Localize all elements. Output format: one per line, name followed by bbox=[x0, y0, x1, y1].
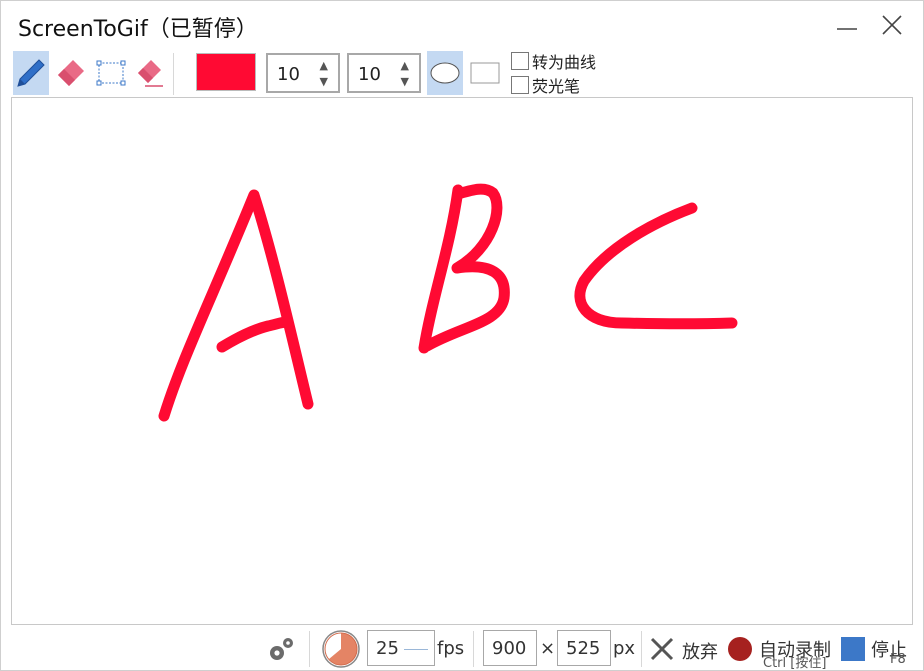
eraser-icon bbox=[58, 60, 84, 86]
checkbox-box[interactable] bbox=[511, 76, 529, 94]
rectangle-tip-button[interactable] bbox=[467, 51, 503, 95]
auto-record-shortcut: Ctrl [按住] bbox=[763, 656, 827, 671]
fps-value: 25 bbox=[376, 637, 399, 659]
gear-icon bbox=[270, 638, 293, 660]
pen-tool-button[interactable] bbox=[13, 51, 49, 95]
stroke-eraser-tool-button[interactable] bbox=[131, 51, 167, 95]
fps-slider-line bbox=[404, 649, 428, 650]
auto-record-button[interactable]: 自动录制 Ctrl [按住] bbox=[727, 633, 835, 671]
decrement-icon[interactable]: ▼ bbox=[401, 76, 409, 87]
minimize-icon bbox=[837, 28, 857, 30]
stop-shortcut: F8 bbox=[890, 652, 906, 667]
toolbar-separator bbox=[173, 53, 174, 95]
fps-input[interactable]: 25 bbox=[367, 630, 435, 666]
title-bar: ScreenToGif（已暂停） bbox=[1, 1, 923, 49]
letter-a-crossbar bbox=[216, 316, 293, 353]
frame-rate-indicator bbox=[321, 629, 361, 671]
toolbar: 10 ▲ ▼ 10 ▲ ▼ 转为曲线 荧光笔 bbox=[1, 49, 923, 97]
checkbox-box[interactable] bbox=[511, 52, 529, 70]
record-icon bbox=[728, 637, 752, 661]
app-window: ScreenToGif（已暂停） 10 ▲ ▼ 10 ▲ ▼ 转为曲线 荧光笔 … bbox=[0, 0, 924, 671]
bottom-separator bbox=[309, 631, 310, 667]
width-value: 900 bbox=[492, 637, 527, 659]
canvas-strokes bbox=[158, 183, 738, 422]
pen-height-value: 10 bbox=[358, 64, 381, 85]
ellipse-tip-button[interactable] bbox=[427, 51, 463, 95]
select-tool-button[interactable] bbox=[93, 51, 129, 95]
bottom-bar: 25 fps 900 × 525 px 放弃 自动录制 Ctrl [按住] 停止… bbox=[1, 627, 923, 671]
discard-label: 放弃 bbox=[682, 642, 718, 663]
decrement-icon[interactable]: ▼ bbox=[320, 76, 328, 87]
letter-c-stroke bbox=[574, 202, 738, 330]
close-button[interactable] bbox=[872, 9, 912, 41]
pen-width-stepper[interactable]: 10 ▲ ▼ bbox=[266, 53, 340, 93]
bottom-separator bbox=[473, 631, 474, 667]
fps-unit: fps bbox=[437, 638, 465, 659]
timer-icon bbox=[322, 630, 360, 668]
window-title: ScreenToGif（已暂停） bbox=[18, 17, 258, 42]
letter-a-stroke bbox=[158, 189, 314, 422]
discard-button[interactable]: 放弃 bbox=[649, 633, 723, 665]
minimize-button[interactable] bbox=[827, 9, 867, 41]
height-value: 525 bbox=[566, 637, 601, 659]
color-picker[interactable] bbox=[196, 53, 256, 91]
close-icon bbox=[882, 15, 902, 35]
rectangle-icon bbox=[470, 62, 500, 84]
height-input[interactable]: 525 bbox=[557, 630, 611, 666]
px-unit: px bbox=[613, 638, 636, 659]
stop-icon bbox=[841, 637, 865, 661]
bottom-separator bbox=[641, 631, 642, 667]
fit-to-curve-checkbox[interactable]: 转为曲线 bbox=[511, 49, 596, 73]
eraser-tool-button[interactable] bbox=[53, 51, 89, 95]
checkbox-label: 荧光笔 bbox=[532, 77, 581, 96]
selection-rect-icon bbox=[96, 60, 126, 86]
highlighter-checkbox[interactable]: 荧光笔 bbox=[511, 73, 580, 97]
increment-icon[interactable]: ▲ bbox=[401, 60, 409, 71]
times-sign: × bbox=[540, 638, 556, 659]
ellipse-icon bbox=[430, 62, 460, 84]
stop-button[interactable]: 停止 F8 bbox=[839, 633, 915, 671]
pen-width-value: 10 bbox=[277, 64, 300, 85]
settings-button[interactable] bbox=[265, 633, 297, 669]
drawing-canvas[interactable] bbox=[11, 97, 913, 625]
stroke-eraser-icon bbox=[138, 60, 163, 87]
pen-height-stepper[interactable]: 10 ▲ ▼ bbox=[347, 53, 421, 93]
checkbox-label: 转为曲线 bbox=[532, 53, 597, 72]
pen-icon bbox=[17, 59, 45, 87]
discard-icon bbox=[650, 637, 674, 661]
width-input[interactable]: 900 bbox=[483, 630, 537, 666]
increment-icon[interactable]: ▲ bbox=[320, 60, 328, 71]
